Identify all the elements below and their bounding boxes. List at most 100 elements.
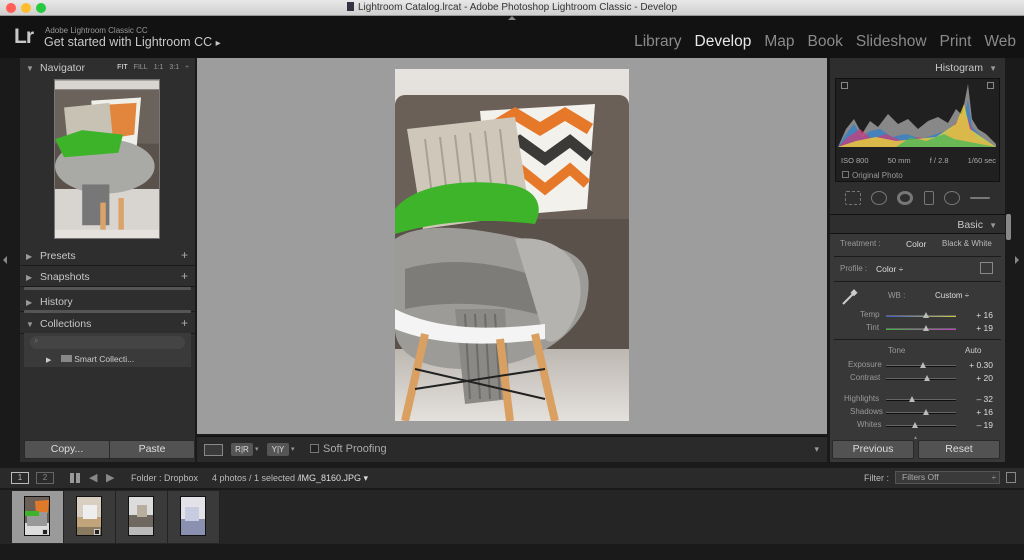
radial-filter-icon[interactable] xyxy=(943,191,960,205)
collapse-left-icon[interactable] xyxy=(3,256,7,264)
exposure-slider[interactable] xyxy=(886,362,956,368)
treatment-bw-button[interactable]: Black & White xyxy=(942,239,992,248)
histogram-chart[interactable]: ISO 800 50 mm f / 2.8 1/60 sec Original … xyxy=(835,78,1000,182)
basic-header[interactable]: Basic ▼ xyxy=(830,214,1005,234)
tint-slider-thumb[interactable] xyxy=(923,325,929,331)
collapse-top-icon[interactable] xyxy=(508,16,516,20)
main-photo[interactable] xyxy=(395,69,629,421)
back-arrow-icon[interactable]: ◀ xyxy=(89,471,97,484)
module-library[interactable]: Library xyxy=(634,33,681,51)
exposure-value[interactable]: + 0.30 xyxy=(969,360,993,370)
before-after-dropdown-icon[interactable]: ▾ xyxy=(255,445,259,453)
contrast-value[interactable]: + 20 xyxy=(976,373,993,383)
whites-label: Whites xyxy=(857,420,882,429)
navigator-preview[interactable] xyxy=(54,79,160,239)
red-eye-tool-icon[interactable] xyxy=(897,191,914,205)
zoom-stepper-icon[interactable]: ÷ xyxy=(185,64,189,71)
get-started-link[interactable]: Get started with Lightroom CC ▸ xyxy=(44,35,221,49)
filter-dropdown[interactable]: Filters Off ÷ xyxy=(895,471,1000,484)
highlights-value[interactable]: – 32 xyxy=(976,394,993,404)
highlights-slider-thumb[interactable] xyxy=(909,396,915,402)
history-header[interactable]: ▶ History xyxy=(20,292,195,312)
tint-slider[interactable] xyxy=(886,325,956,331)
selected-filename[interactable]: IMG_8160.JPG ▾ xyxy=(299,473,368,484)
auto-tone-button[interactable]: Auto xyxy=(965,346,981,355)
soft-proofing-checkbox[interactable] xyxy=(310,444,319,453)
navigator-header[interactable]: ▼ Navigator FIT FILL 1:1 3:1 ÷ xyxy=(20,58,195,78)
copy-button[interactable]: Copy... xyxy=(24,440,110,459)
add-collection-icon[interactable]: + xyxy=(181,316,188,330)
toolbar-menu-icon[interactable]: ▾ xyxy=(814,444,819,455)
highlight-clipping-icon[interactable] xyxy=(987,82,994,89)
contrast-slider-thumb[interactable] xyxy=(924,375,930,381)
whites-slider-thumb[interactable] xyxy=(912,422,918,428)
primary-window-button[interactable]: 1 xyxy=(11,472,29,484)
smart-collection-item[interactable]: ▶ Smart Collecti... xyxy=(46,354,134,364)
snapshots-header[interactable]: ▶ Snapshots + xyxy=(20,267,195,287)
document-icon xyxy=(346,2,354,11)
module-develop[interactable]: Develop xyxy=(695,33,752,51)
forward-arrow-icon[interactable]: ▶ xyxy=(106,471,114,484)
add-snapshot-icon[interactable]: + xyxy=(181,269,188,283)
filmstrip-thumb-4[interactable] xyxy=(168,491,220,543)
wb-dropdown[interactable]: Custom ÷ xyxy=(935,291,969,300)
previous-button[interactable]: Previous xyxy=(832,440,914,459)
filmstrip-thumb-3[interactable] xyxy=(116,491,168,543)
spot-removal-tool-icon[interactable] xyxy=(871,191,888,205)
before-after-icon[interactable]: R|R xyxy=(231,443,253,456)
exposure-label: Exposure xyxy=(848,360,882,369)
filmstrip-thumb-2[interactable] xyxy=(64,491,116,543)
add-preset-icon[interactable]: + xyxy=(181,248,188,262)
loupe-view[interactable] xyxy=(197,58,827,434)
split-dropdown-icon[interactable]: ▾ xyxy=(291,445,295,453)
crop-tool-icon[interactable] xyxy=(845,191,862,205)
secondary-window-button[interactable]: 2 xyxy=(36,472,54,484)
before-after-split-icon[interactable]: Y|Y xyxy=(267,443,289,456)
wb-eyedropper-icon[interactable] xyxy=(840,287,860,307)
profile-dropdown[interactable]: Color ÷ xyxy=(876,264,903,274)
whites-slider[interactable] xyxy=(886,422,956,428)
temp-value[interactable]: + 16 xyxy=(976,310,993,320)
loupe-view-icon[interactable] xyxy=(204,444,223,456)
grid-view-icon[interactable] xyxy=(70,473,80,483)
original-photo-toggle[interactable]: Original Photo xyxy=(842,171,903,180)
presets-header[interactable]: ▶ Presets + xyxy=(20,246,195,266)
collapse-right-icon[interactable] xyxy=(1015,256,1019,264)
module-book[interactable]: Book xyxy=(808,33,843,51)
contrast-slider[interactable] xyxy=(886,375,956,381)
folder-source[interactable]: Folder : Dropbox xyxy=(131,473,198,483)
right-panel-scrollbar[interactable] xyxy=(1006,214,1011,240)
collections-header[interactable]: ▼ Collections + xyxy=(20,314,195,334)
original-photo-checkbox[interactable] xyxy=(842,171,849,178)
soft-proofing-toggle[interactable]: Soft Proofing xyxy=(310,443,387,455)
zoom-fit[interactable]: FIT xyxy=(117,64,128,71)
module-map[interactable]: Map xyxy=(764,33,794,51)
graduated-filter-icon[interactable] xyxy=(923,191,934,205)
temp-slider[interactable] xyxy=(886,312,956,318)
collection-search-input[interactable]: ⌕ xyxy=(30,336,185,349)
module-slideshow[interactable]: Slideshow xyxy=(856,33,927,51)
filter-lock-icon[interactable] xyxy=(1006,472,1016,483)
zoom-fill[interactable]: FILL xyxy=(134,64,148,71)
exposure-slider-thumb[interactable] xyxy=(920,362,926,368)
reset-button[interactable]: Reset xyxy=(918,440,1000,459)
zoom-3-1[interactable]: 3:1 xyxy=(169,64,179,71)
treatment-color-button[interactable]: Color xyxy=(906,239,926,249)
filmstrip-thumb-1[interactable] xyxy=(12,491,64,543)
navigator-zoom-options: FIT FILL 1:1 3:1 ÷ xyxy=(117,64,189,71)
highlights-slider[interactable] xyxy=(886,396,956,402)
histogram-header[interactable]: Histogram ▼ xyxy=(830,58,1005,78)
temp-slider-thumb[interactable] xyxy=(923,312,929,318)
shadows-value[interactable]: + 16 xyxy=(976,407,993,417)
shadows-slider[interactable] xyxy=(886,409,956,415)
paste-button[interactable]: Paste xyxy=(109,440,195,459)
shadows-slider-thumb[interactable] xyxy=(923,409,929,415)
module-web[interactable]: Web xyxy=(984,33,1016,51)
adjustment-brush-icon[interactable] xyxy=(969,197,990,199)
profile-browser-icon[interactable] xyxy=(980,262,993,274)
whites-value[interactable]: – 19 xyxy=(976,420,993,430)
tint-value[interactable]: + 19 xyxy=(976,323,993,333)
module-print[interactable]: Print xyxy=(940,33,972,51)
shadow-clipping-icon[interactable] xyxy=(841,82,848,89)
zoom-1-1[interactable]: 1:1 xyxy=(154,64,164,71)
